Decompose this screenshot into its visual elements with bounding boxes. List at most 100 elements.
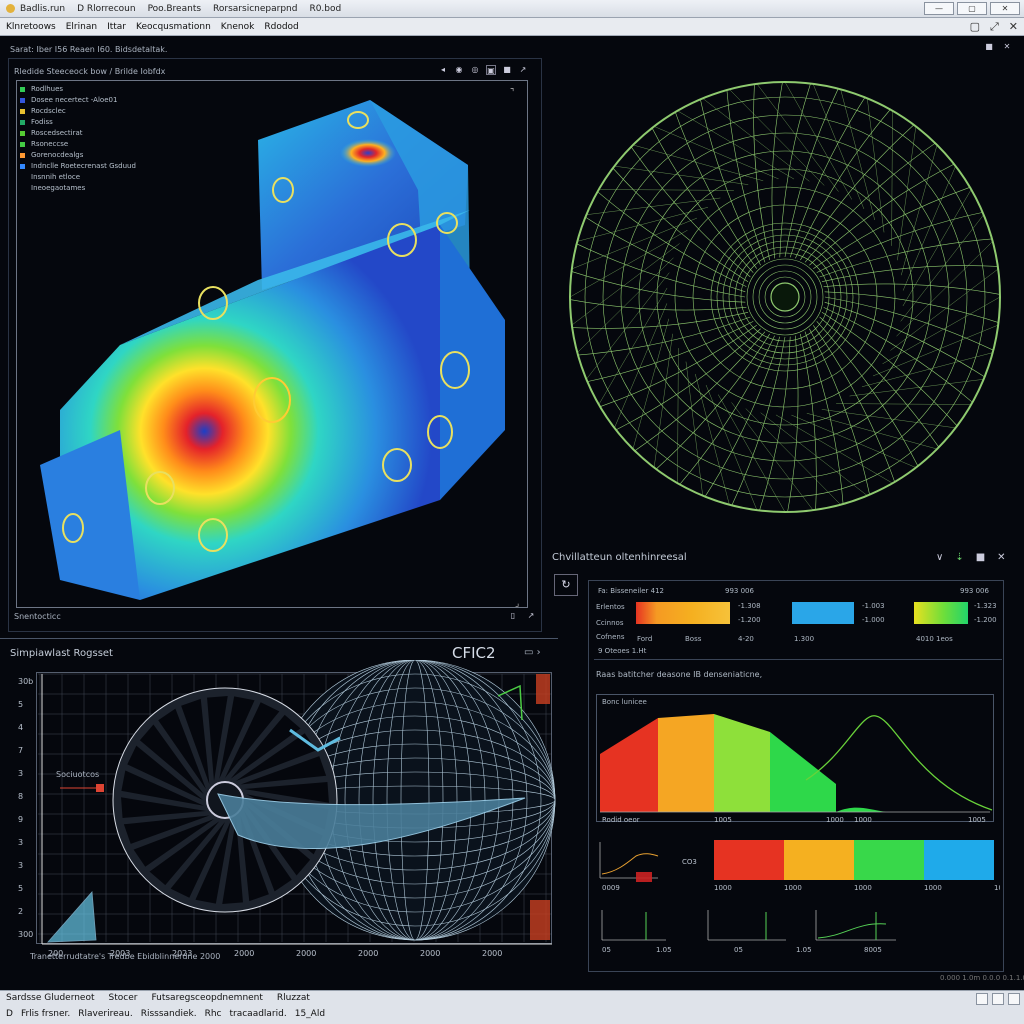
summary-val-c3: 4010 1eos [916, 635, 953, 643]
summary-val-c2: -1.200 [974, 616, 997, 624]
wheel-web [891, 110, 893, 246]
sim-y-tick: 4 [18, 723, 23, 732]
sim-footer: Tranetterrudtatre's Tredbe Ebidblinnerdn… [30, 952, 221, 961]
area-band-4 [770, 732, 836, 812]
summary-val-a2: -1.200 [738, 616, 761, 624]
wheel-spoke [800, 333, 817, 510]
mesh-wheel-svg[interactable] [560, 72, 1010, 522]
summary-val-a1: -1.308 [738, 602, 761, 610]
area-tail [836, 807, 886, 812]
wheel-web [598, 189, 734, 191]
wheel-web [654, 126, 779, 180]
callout-marker [96, 784, 104, 792]
summary-header-right-2: 993 006 [960, 587, 989, 595]
band-segment-3 [854, 840, 924, 880]
close-icon[interactable]: ✕ [997, 552, 1005, 563]
area-tick: 1005 [714, 816, 732, 824]
fea-footer-icons: ▯ ↗ [508, 611, 536, 621]
summary-val-b2: -1.000 [862, 616, 885, 624]
sim-y-tick: 3 [18, 769, 23, 778]
summary-row-1: Erlentos [596, 603, 625, 611]
mini-marker [636, 872, 652, 882]
sim-nav-icon[interactable]: ▭ › [524, 647, 541, 658]
minimize-pane-icon[interactable]: ■ [984, 42, 994, 52]
svg-text:⌟: ⌟ [515, 599, 519, 609]
wheel-web [872, 324, 999, 377]
wheel-spoke [823, 283, 1001, 295]
status-line2-5: tracaadlarid. [229, 1009, 287, 1019]
mini-plots-svg[interactable]: 05 1.05 05 1.05 8005 [596, 900, 1000, 970]
sim-y-tick: 9 [18, 815, 23, 824]
sim-x-tick: 2000 [234, 949, 254, 958]
chevron-down-icon[interactable]: ∨ [936, 552, 943, 563]
band-segment-1 [714, 840, 784, 880]
status-line2-2: Rlaverireau. [78, 1009, 133, 1019]
wheel-web [614, 165, 749, 185]
distribution-label: Raas batitcher deasone IB denseniaticne, [596, 670, 763, 679]
wheel-web [614, 303, 668, 428]
summary-row-2: Ccinnos [596, 619, 624, 627]
wheel-web [731, 402, 814, 511]
mini-label: CO3 [682, 858, 697, 866]
edge-highlight-top [536, 674, 550, 704]
wheel-web [902, 166, 956, 291]
pin-icon[interactable]: ⇣ [955, 552, 963, 563]
status-line2-6: 15_Ald [294, 1009, 326, 1019]
wheel-web [897, 126, 917, 261]
status-doc-icon: D [6, 1009, 13, 1019]
area-tick: Rodid oeor [602, 816, 640, 824]
sim-y-tick: 30b [18, 677, 33, 686]
sim-x-tick: 2000 [482, 949, 502, 958]
area-band-3 [714, 714, 770, 812]
status-item-2: Stocer [108, 993, 138, 1003]
stop-icon[interactable]: ■ [976, 552, 985, 563]
area-chart-svg[interactable]: Rodid oeor 1005 1000 1000 1005 [596, 694, 994, 834]
wheel-spoke [787, 335, 799, 513]
status-line2-4: Rhc [204, 1009, 222, 1019]
sim-x-tick: 2000 [296, 949, 316, 958]
status-item-4: Rluzzat [276, 993, 310, 1003]
wheel-web [896, 241, 993, 337]
summary-bar-b [792, 602, 854, 624]
wheel-spoke [771, 81, 783, 259]
wheel-web [756, 83, 839, 192]
summary-val-c1: -1.323 [974, 602, 997, 610]
wheel-hub [770, 282, 800, 312]
status-min-button[interactable] [976, 993, 988, 1005]
arrow-icon[interactable]: ↗ [526, 611, 536, 621]
wheel-web [677, 348, 679, 484]
band-chart-svg[interactable]: CO3 0009 1000 1000 1000 1000 1000 [596, 834, 1000, 894]
summary-bar-a [636, 602, 730, 624]
close-pane-icon[interactable]: ✕ [1002, 42, 1012, 52]
area-band-1 [600, 718, 658, 812]
wedge-mesh [47, 891, 97, 943]
mini-panel-tick: 05 [734, 946, 743, 954]
area-tick: 1005 [968, 816, 986, 824]
wheel-spoke [569, 299, 747, 311]
band-tick: 1000 [784, 884, 802, 892]
status-max-button[interactable] [992, 993, 1004, 1005]
sim-y-tick: 3 [18, 861, 23, 870]
sim-callout: Sociuotcos [56, 770, 100, 779]
wheel-spoke [753, 84, 770, 261]
band-tick: 0009 [602, 884, 620, 892]
status-item-3: Futsaregsceopdnemnent [151, 993, 263, 1003]
wheel-web [571, 217, 698, 270]
sim-plot-svg[interactable]: 30b5473893352300200 2003 2023 2000 2000 2000 2… [0, 660, 560, 970]
sim-x-tick: 2000 [358, 949, 378, 958]
wheel-web [812, 83, 865, 210]
wheel-web [821, 409, 956, 429]
status-close-button[interactable] [1008, 993, 1020, 1005]
mini-panel-tick: 8005 [864, 946, 882, 954]
wheel-web [705, 384, 758, 511]
status-line2-1: Frlis frsner. [20, 1009, 71, 1019]
svg-text:⌝: ⌝ [510, 88, 514, 98]
wheel-web [791, 414, 916, 468]
sim-y-tick: 300 [18, 930, 33, 939]
sim-y-tick: 5 [18, 700, 23, 709]
sim-y-tick: 8 [18, 792, 23, 801]
refresh-icon[interactable]: ↻ [554, 574, 578, 596]
band-segment-2 [784, 840, 854, 880]
lock-icon[interactable]: ▯ [508, 611, 518, 621]
sim-y-tick: 5 [18, 884, 23, 893]
